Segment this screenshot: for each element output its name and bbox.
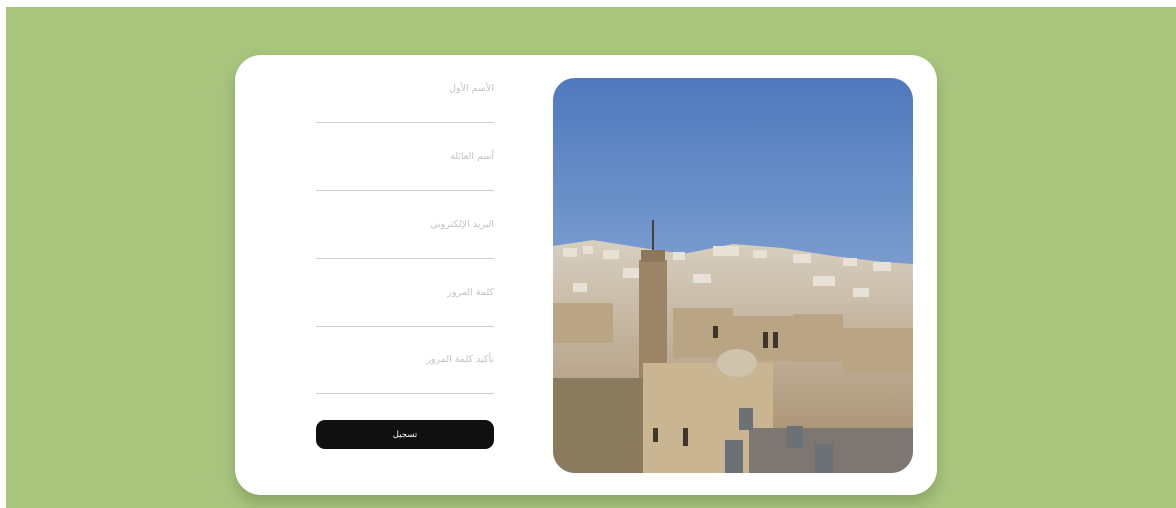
password-input[interactable] bbox=[316, 309, 494, 325]
last-name-label: أسم العائلة bbox=[450, 151, 494, 162]
first-name-input[interactable] bbox=[316, 105, 494, 121]
city-rooftops-photo bbox=[553, 78, 913, 473]
email-underline bbox=[316, 258, 494, 259]
register-button[interactable]: تسجيل bbox=[316, 420, 494, 449]
last-name-underline bbox=[316, 190, 494, 191]
signup-form: الأسم الأول أسم العائلة البريد الإلكترون… bbox=[316, 55, 494, 495]
signup-card: الأسم الأول أسم العائلة البريد الإلكترون… bbox=[235, 55, 937, 495]
first-name-underline bbox=[316, 122, 494, 123]
city-illustration bbox=[553, 78, 913, 473]
dome bbox=[717, 349, 757, 377]
page-background: الأسم الأول أسم العائلة البريد الإلكترون… bbox=[6, 7, 1176, 508]
password-field: كلمة المرور bbox=[316, 287, 494, 327]
password-underline bbox=[316, 326, 494, 327]
left-wall bbox=[553, 378, 643, 473]
email-label: البريد الإلكتروني bbox=[430, 219, 494, 230]
last-name-field: أسم العائلة bbox=[316, 151, 494, 191]
first-name-label: الأسم الأول bbox=[449, 83, 494, 94]
confirm-password-label: تأكيد كلمة المرور bbox=[426, 354, 494, 365]
first-name-field: الأسم الأول bbox=[316, 83, 494, 123]
confirm-password-input[interactable] bbox=[316, 376, 494, 392]
email-input[interactable] bbox=[316, 241, 494, 257]
email-field: البريد الإلكتروني bbox=[316, 219, 494, 259]
last-name-input[interactable] bbox=[316, 173, 494, 189]
confirm-password-field: تأكيد كلمة المرور bbox=[316, 354, 494, 394]
confirm-password-underline bbox=[316, 393, 494, 394]
password-label: كلمة المرور bbox=[447, 287, 494, 298]
